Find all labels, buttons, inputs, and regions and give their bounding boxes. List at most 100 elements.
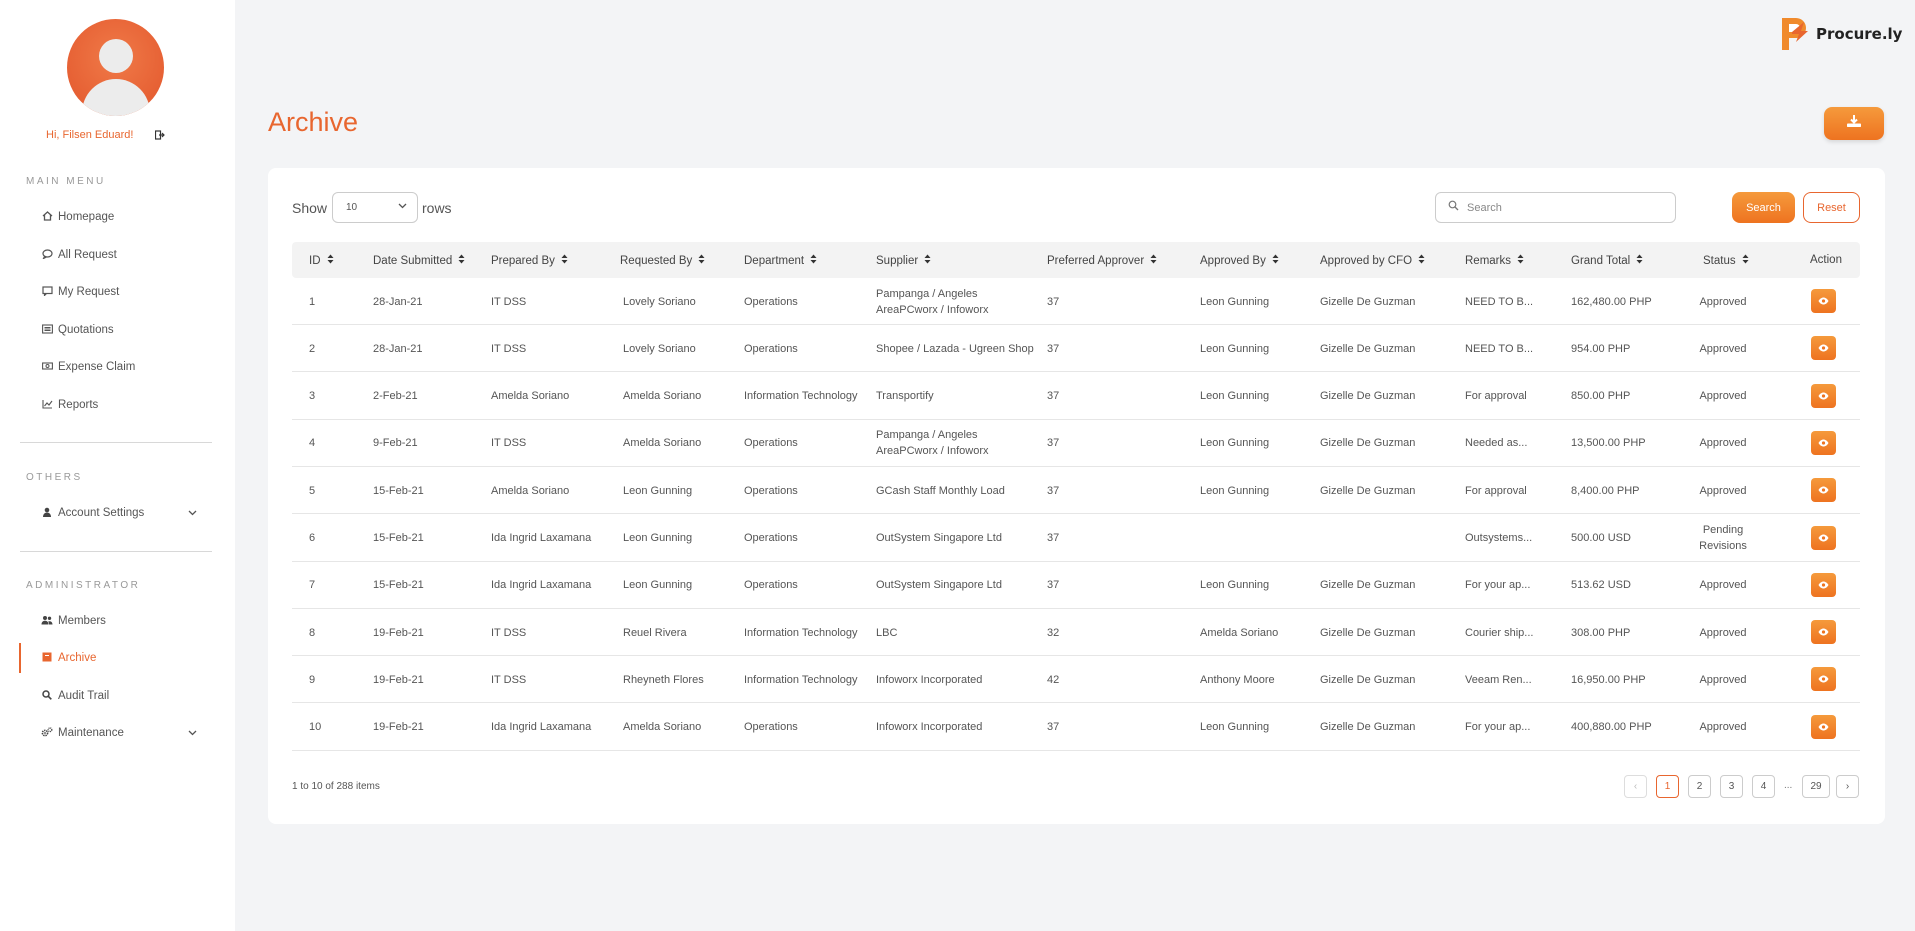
cell-department: Operations [744,295,798,308]
page-title: Archive [268,107,359,137]
page-1-button[interactable]: 1 [1656,775,1679,798]
column-header[interactable]: Department [744,254,817,267]
download-button[interactable] [1824,107,1884,140]
download-icon [1846,114,1862,133]
view-button[interactable] [1811,383,1836,408]
cell-supplier: Pampanga / Angeles AreaPCworx / Infoworx [876,287,989,316]
cell-department: Information Technology [744,626,858,639]
reset-button[interactable]: Reset [1803,192,1860,223]
search-input[interactable]: Search [1435,192,1676,223]
sidebar-item-all-request[interactable]: All Request [20,240,213,270]
sidebar-item-reports[interactable]: Reports [20,390,213,420]
page-29-button[interactable]: 29 [1802,775,1830,798]
page-2-button[interactable]: 2 [1688,775,1711,798]
cell-supplier: OutSystem Singapore Ltd [876,532,1002,544]
prev-page-button[interactable]: ‹ [1624,775,1647,798]
cell-prepared-by: IT DSS [491,295,527,308]
sidebar-item-maintenance[interactable]: Maintenance [20,718,213,748]
table-row: 8 19-Feb-21 IT DSS Reuel Rivera Information … [292,609,1860,657]
next-page-button[interactable]: › [1836,775,1859,798]
column-header[interactable]: Supplier [876,254,931,267]
sidebar-item-label: Reports [58,399,99,411]
cell-grand-total: 162,480.00 PHP [1571,295,1652,308]
cell-status: Approved [1699,390,1747,403]
app-logo[interactable]: Procure.ly [1778,14,1906,54]
sort-icon [1517,254,1524,266]
cell-prepared-by: IT DSS [491,626,527,639]
cell-requested-by: Lovely Soriano [623,342,696,355]
sort-icon [1418,254,1425,266]
column-header-label: Approved by CFO [1320,255,1413,267]
column-header-label: Department [744,255,805,267]
column-header[interactable]: Requested By [620,254,705,267]
sidebar-item-label: My Request [58,286,120,298]
view-button[interactable] [1811,714,1836,739]
column-header[interactable]: Date Submitted [373,254,465,267]
archive-table-card: Show 10 rows Search Search Reset ID Date … [268,168,1885,824]
avatar-body [82,79,150,116]
column-header[interactable]: ID [309,254,334,267]
view-button[interactable] [1811,525,1836,550]
sidebar-item-label: Account Settings [58,507,145,519]
sidebar-item-my-request[interactable]: My Request [20,277,213,307]
sidebar-item-label: Expense Claim [58,361,136,373]
cell-preferred-approver: 37 [1047,295,1060,308]
cell-status: Approved [1699,579,1747,592]
sidebar-item-expense-claim[interactable]: Expense Claim [20,352,213,382]
column-header[interactable]: Approved By [1200,254,1279,267]
cell-grand-total: 500.00 USD [1571,532,1631,544]
cell-date-submitted: 15-Feb-21 [373,484,424,497]
cell-supplier: Infoworx Incorporated [876,721,983,734]
view-button[interactable] [1811,478,1836,503]
rows-per-page-value: 10 [346,202,358,213]
cell-preferred-approver: 37 [1047,721,1060,734]
sort-icon [698,254,705,266]
sort-icon [458,254,465,266]
page-3-button[interactable]: 3 [1720,775,1743,798]
column-header-label: Date Submitted [373,255,453,267]
view-button[interactable] [1811,667,1836,692]
sidebar-item-members[interactable]: Members [20,606,213,636]
view-button[interactable] [1811,620,1836,645]
column-header[interactable]: Preferred Approver [1047,254,1157,267]
column-header[interactable]: Approved by CFO [1320,254,1425,267]
column-header-label: Requested By [620,255,693,267]
cell-prepared-by: IT DSS [491,673,527,686]
cell-approved-by-cfo: Gizelle De Guzman [1320,673,1416,686]
column-header[interactable]: Prepared By [491,254,568,267]
column-header[interactable]: Status [1703,254,1749,267]
search-placeholder: Search [1467,202,1502,214]
logout-icon[interactable] [154,130,165,143]
table-row: 9 19-Feb-21 IT DSS Rheyneth Flores Informati… [292,656,1860,704]
column-header[interactable]: Grand Total [1571,254,1643,267]
cell-status: Approved [1699,295,1747,308]
sidebar-item-label: Homepage [58,211,115,223]
cell-id: 3 [309,390,316,403]
sidebar-item-quotations[interactable]: Quotations [20,315,213,345]
search-button[interactable]: Search [1732,192,1795,223]
sidebar-item-audit-trail[interactable]: Audit Trail [20,681,213,711]
sidebar-divider [20,551,212,552]
column-header[interactable]: Remarks [1465,254,1524,267]
eye-icon [1818,434,1829,452]
view-button[interactable] [1811,572,1836,597]
user-icon [40,507,54,520]
view-button[interactable] [1811,289,1836,313]
view-button[interactable] [1811,336,1836,361]
page-4-button[interactable]: 4 [1752,775,1775,798]
cell-preferred-approver: 37 [1047,532,1060,544]
cell-prepared-by: Amelda Soriano [491,484,570,497]
cell-requested-by: Amelda Soriano [623,390,702,403]
avatar[interactable] [67,19,164,116]
show-label: Show [292,200,328,216]
sort-icon [1272,254,1279,266]
cell-date-submitted: 15-Feb-21 [373,579,424,592]
cell-preferred-approver: 37 [1047,484,1060,497]
view-button[interactable] [1811,430,1836,455]
column-header-label: Prepared By [491,255,555,267]
sidebar-item-account-settings[interactable]: Account Settings [20,498,213,528]
rows-per-page-select[interactable]: 10 [332,192,418,223]
sidebar-item-homepage[interactable]: Homepage [20,202,213,232]
sidebar-item-archive[interactable]: Archive [19,643,212,673]
pagination-summary: 1 to 10 of 288 items [292,781,380,792]
